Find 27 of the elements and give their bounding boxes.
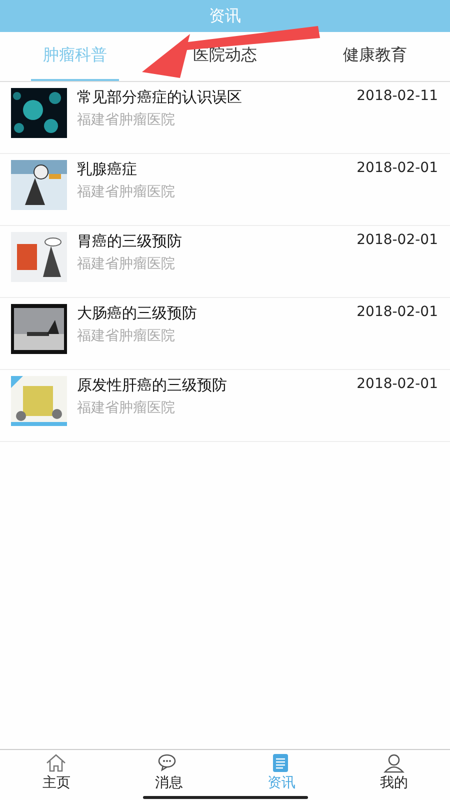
page-title: 资讯 [209, 6, 241, 26]
article-source: 福建省肿瘤医院 [77, 399, 176, 417]
article-title: 常见部分癌症的认识误区 [77, 88, 243, 107]
article-date: 2018-02-01 [356, 232, 438, 248]
user-icon [382, 753, 405, 773]
article-source: 福建省肿瘤医院 [77, 327, 176, 345]
article-source: 福建省肿瘤医院 [77, 255, 176, 273]
nav-tab[interactable]: 我的 [338, 750, 450, 798]
article-date: 2018-02-01 [356, 304, 438, 320]
article-row[interactable]: 大肠癌的三级预防 福建省肿瘤医院 2018-02-01 [0, 298, 450, 370]
article-source: 福建省肿瘤医院 [77, 183, 176, 201]
article-date: 2018-02-01 [356, 160, 438, 176]
nav-tab[interactable]: 消息 [112, 750, 225, 798]
article-title: 乳腺癌症 [77, 160, 138, 179]
article-date: 2018-02-01 [356, 376, 438, 392]
article-source: 福建省肿瘤医院 [77, 111, 176, 129]
category-tab[interactable]: 健康教育 [331, 32, 419, 81]
nav-tab[interactable]: 主页 [0, 750, 112, 798]
article-title: 大肠癌的三级预防 [77, 304, 198, 323]
article-row[interactable]: 常见部分癌症的认识误区 福建省肿瘤医院 2018-02-11 [0, 82, 450, 154]
article-title: 胃癌的三级预防 [77, 232, 183, 251]
article-row[interactable]: 乳腺癌症 福建省肿瘤医院 2018-02-01 [0, 154, 450, 226]
article-title: 原发性肝癌的三级预防 [77, 376, 228, 395]
article-row[interactable]: 原发性肝癌的三级预防 福建省肿瘤医院 2018-02-01 [0, 370, 450, 442]
article-date: 2018-02-11 [356, 88, 438, 104]
home-icon [45, 753, 68, 773]
article-row[interactable]: 胃癌的三级预防 福建省肿瘤医院 2018-02-01 [0, 226, 450, 298]
